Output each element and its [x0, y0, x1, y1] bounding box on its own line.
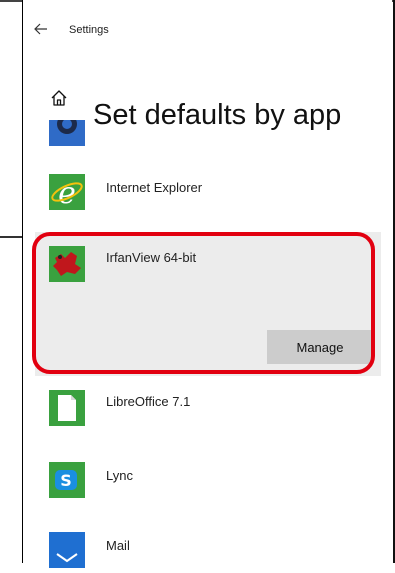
libreoffice-icon [49, 390, 85, 426]
app-name: LibreOffice 7.1 [106, 394, 191, 409]
back-button[interactable] [31, 20, 51, 40]
app-name: Internet Explorer [106, 180, 203, 195]
irfanview-icon [49, 246, 85, 282]
page-header: Set defaults by app [23, 78, 392, 131]
arrow-left-icon [34, 23, 47, 35]
background-window-line [0, 236, 24, 238]
app-name: Mail [106, 538, 130, 553]
partial-app-icon [49, 114, 85, 146]
list-item-mail[interactable]: Mail [23, 518, 392, 568]
list-item-lync[interactable]: S Lync [23, 448, 392, 518]
lync-icon: S [49, 462, 85, 498]
list-item-partial[interactable] [23, 114, 392, 150]
title-bar: Settings [23, 8, 392, 48]
settings-window: Settings Set defaults by app e Internet … [22, 0, 392, 568]
svg-text:S: S [60, 471, 72, 490]
list-item-irfanview[interactable]: IrfanView 64-bit Manage [35, 232, 381, 376]
home-icon[interactable] [49, 88, 69, 108]
list-item-libreoffice[interactable]: LibreOffice 7.1 [23, 376, 392, 446]
svg-text:e: e [58, 176, 76, 210]
app-name: IrfanView 64-bit [106, 250, 197, 265]
manage-button[interactable]: Manage [267, 330, 373, 364]
app-name: Lync [106, 468, 133, 483]
list-item-internet-explorer[interactable]: e Internet Explorer [23, 160, 392, 230]
internet-explorer-icon: e [49, 174, 85, 211]
window-title: Settings [69, 24, 109, 36]
